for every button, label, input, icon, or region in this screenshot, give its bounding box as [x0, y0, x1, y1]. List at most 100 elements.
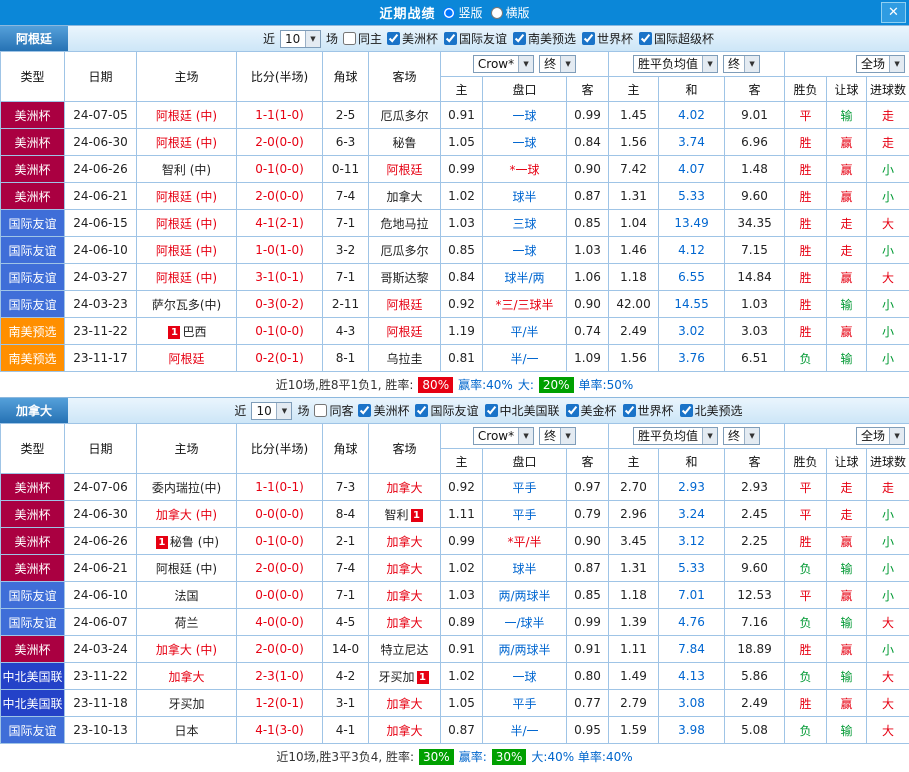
scope-select[interactable]: 全场 ▼	[856, 427, 905, 445]
europe-away-odds-cell: 2.45	[725, 501, 785, 528]
odds-company-select[interactable]: Crow* ▼	[473, 427, 534, 445]
competition-filter[interactable]: 美洲杯	[387, 30, 438, 47]
competition-checkbox[interactable]	[582, 32, 595, 45]
handicap-result-cell: 输	[827, 291, 867, 318]
europe-away-odds-cell: 2.93	[725, 474, 785, 501]
match-rows: 美洲杯24-07-05阿根廷 (中)1-1(1-0)2-5厄瓜多尔0.91一球0…	[1, 102, 909, 372]
horizontal-radio[interactable]	[491, 7, 503, 19]
away-team-cell-label: 厄瓜多尔	[380, 109, 428, 123]
handicap-cell: 一球	[483, 102, 567, 129]
vertical-radio[interactable]	[443, 7, 455, 19]
away-team-cell-label: 厄瓜多尔	[380, 244, 428, 258]
competition-checkbox[interactable]	[680, 404, 693, 417]
table-row: 国际友谊24-06-07荷兰4-0(0-0)4-5加拿大0.89一/球半0.99…	[1, 609, 909, 636]
scope-value: 全场	[857, 428, 889, 444]
competition-checkbox[interactable]	[566, 404, 579, 417]
competition-filter[interactable]: 美金杯	[566, 402, 617, 419]
handicap-cell: 三球	[483, 210, 567, 237]
summary-line: 近10场,胜8平1负1, 胜率:80%赢率:40%大:20%单率:50%	[0, 372, 909, 397]
corner-cell: 7-1	[323, 264, 369, 291]
competition-filter[interactable]: 美洲杯	[358, 402, 409, 419]
sub-header-handicap: 盘口	[483, 449, 567, 474]
table-row: 美洲杯24-06-30阿根廷 (中)2-0(0-0)6-3秘鲁1.05一球0.8…	[1, 129, 909, 156]
scope-select[interactable]: 全场 ▼	[856, 55, 905, 73]
competition-filter[interactable]: 世界杯	[623, 402, 674, 419]
sub-header-asia-away: 客	[567, 449, 609, 474]
handicap-result-cell: 输	[827, 609, 867, 636]
table-row: 美洲杯24-06-30加拿大 (中)0-0(0-0)8-4智利11.11平手0.…	[1, 501, 909, 528]
asia-away-odds-cell: 1.09	[567, 345, 609, 372]
match-type-cell: 美洲杯	[1, 528, 65, 555]
europe-draw-odds-cell: 5.33	[659, 183, 725, 210]
competition-filter[interactable]: 北美预选	[680, 402, 743, 419]
europe-odds-select[interactable]: 胜平负均值 ▼	[633, 55, 718, 73]
europe-draw-odds-cell: 3.24	[659, 501, 725, 528]
europe-draw-odds-cell: 7.01	[659, 582, 725, 609]
competition-checkbox[interactable]	[444, 32, 457, 45]
asia-home-odds-cell: 1.03	[441, 210, 483, 237]
odds-company-select[interactable]: Crow* ▼	[473, 55, 534, 73]
match-type-cell: 南美预选	[1, 345, 65, 372]
away-team-cell-label: 加拿大	[386, 190, 422, 204]
handicap-cell: 平手	[483, 690, 567, 717]
match-type-cell: 中北美国联	[1, 690, 65, 717]
competition-filter[interactable]: 国际友谊	[415, 402, 478, 419]
asia-final-select[interactable]: 终 ▼	[539, 55, 576, 73]
chevron-down-icon: ▼	[889, 428, 904, 444]
europe-final-select[interactable]: 终 ▼	[723, 55, 760, 73]
games-count-select[interactable]: 10 ▼	[251, 402, 292, 420]
date-cell: 24-06-26	[65, 528, 137, 555]
table-row: 美洲杯24-06-21阿根廷 (中)2-0(0-0)7-4加拿大1.02球半0.…	[1, 555, 909, 582]
asia-away-odds-cell: 0.80	[567, 663, 609, 690]
competition-checkbox[interactable]	[485, 404, 498, 417]
odds-company-value: Crow*	[474, 428, 518, 444]
europe-odds-select[interactable]: 胜平负均值 ▼	[633, 427, 718, 445]
filter-bar: 加拿大 近 10 ▼ 场 同客 美洲杯国际友谊中北美国联美金杯世界杯北美预选	[0, 397, 909, 423]
competition-checkbox[interactable]	[513, 32, 526, 45]
asia-away-odds-cell: 1.03	[567, 237, 609, 264]
competition-checkbox[interactable]	[639, 32, 652, 45]
same-venue-checkbox[interactable]	[314, 404, 327, 417]
layout-option-horizontal[interactable]: 横版	[491, 4, 530, 21]
home-team-cell-label: 委内瑞拉(中)	[152, 481, 221, 495]
home-team-cell-label: 加拿大 (中)	[156, 643, 217, 657]
close-icon[interactable]: ✕	[881, 2, 906, 23]
handicap-result-cell: 输	[827, 555, 867, 582]
away-team-cell: 特立尼达	[369, 636, 441, 663]
competition-filter[interactable]: 世界杯	[582, 30, 633, 47]
competition-checkbox[interactable]	[387, 32, 400, 45]
score-cell: 4-0(0-0)	[237, 609, 323, 636]
goals-result-cell: 大	[867, 717, 909, 744]
competition-filter[interactable]: 中北美国联	[485, 402, 560, 419]
competition-checkbox[interactable]	[358, 404, 371, 417]
matches-table: 类型 日期 主场 比分(半场) 角球 客场 Crow* ▼ 终	[0, 51, 909, 372]
corner-cell: 3-2	[323, 237, 369, 264]
handicap-result-cell: 走	[827, 237, 867, 264]
same-venue-filter[interactable]: 同客	[314, 402, 353, 419]
scope-header: 全场 ▼	[785, 52, 909, 77]
competition-filter[interactable]: 国际友谊	[444, 30, 507, 47]
table-row: 美洲杯24-06-21阿根廷 (中)2-0(0-0)7-4加拿大1.02球半0.…	[1, 183, 909, 210]
layout-option-vertical[interactable]: 竖版	[443, 4, 482, 21]
competition-label: 美洲杯	[373, 402, 409, 419]
col-header-away: 客场	[369, 424, 441, 474]
competition-filter[interactable]: 南美预选	[513, 30, 576, 47]
europe-home-odds-cell: 1.45	[609, 102, 659, 129]
europe-odds-value: 胜平负均值	[634, 428, 702, 444]
same-venue-filter[interactable]: 同主	[343, 30, 382, 47]
result-cell: 胜	[785, 237, 827, 264]
competition-label: 美金杯	[581, 402, 617, 419]
sub-header-europe-draw: 和	[659, 77, 725, 102]
handicap-cell: 一球	[483, 237, 567, 264]
competition-checkbox[interactable]	[415, 404, 428, 417]
summary-text: 大:40% 单率:40%	[531, 748, 632, 765]
same-venue-checkbox[interactable]	[343, 32, 356, 45]
games-label: 场	[326, 30, 338, 47]
europe-away-odds-cell: 6.51	[725, 345, 785, 372]
asia-final-select[interactable]: 终 ▼	[539, 427, 576, 445]
games-count-select[interactable]: 10 ▼	[280, 30, 321, 48]
competition-checkbox[interactable]	[623, 404, 636, 417]
europe-final-select[interactable]: 终 ▼	[723, 427, 760, 445]
away-team-cell-label: 阿根廷	[386, 325, 422, 339]
competition-filter[interactable]: 国际超级杯	[639, 30, 714, 47]
